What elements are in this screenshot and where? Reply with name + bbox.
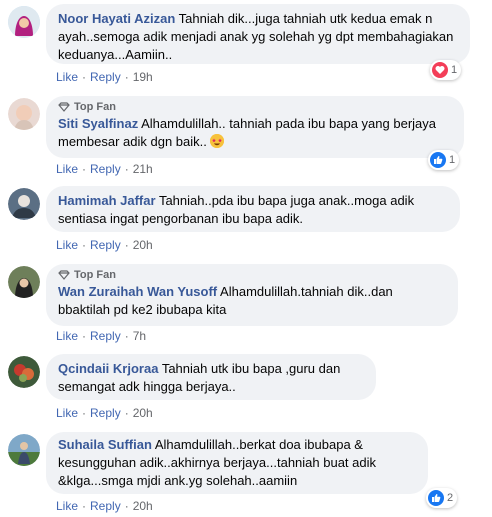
comment-actions: Like · Reply · 20h: [56, 238, 153, 252]
reaction-summary[interactable]: 1: [428, 150, 460, 170]
reaction-summary[interactable]: 2: [426, 488, 458, 508]
like-link[interactable]: Like: [56, 406, 78, 420]
comment-bubble: Qcindaii Krjoraa Tahniah utk ibu bapa ,g…: [46, 354, 376, 400]
avatar[interactable]: [8, 356, 40, 388]
thumbs-up-icon: [430, 152, 446, 168]
reaction-summary[interactable]: 1: [430, 60, 462, 80]
reaction-count: 2: [447, 492, 454, 504]
reply-link[interactable]: Reply: [90, 499, 121, 513]
like-link[interactable]: Like: [56, 162, 78, 176]
reply-link[interactable]: Reply: [90, 238, 121, 252]
commenter-name[interactable]: Qcindaii Krjoraa: [58, 361, 158, 376]
comment-bubble: Top Fan Siti Syalfinaz Alhamdulillah.. t…: [46, 96, 464, 158]
timestamp[interactable]: 7h: [133, 329, 146, 343]
comment-actions: Like · Reply · 20h: [56, 406, 153, 420]
avatar[interactable]: [8, 6, 40, 38]
badge-label: Top Fan: [74, 269, 116, 281]
top-fan-badge: Top Fan: [58, 100, 452, 114]
badge-label: Top Fan: [74, 101, 116, 113]
heart-icon: [432, 62, 448, 78]
commenter-name[interactable]: Hamimah Jaffar: [58, 193, 156, 208]
like-link[interactable]: Like: [56, 329, 78, 343]
comment-bubble: Top Fan Wan Zuraihah Wan Yusoff Alhamdul…: [46, 264, 458, 326]
reaction-count: 1: [451, 64, 458, 76]
top-fan-badge: Top Fan: [58, 268, 446, 282]
avatar[interactable]: [8, 434, 40, 466]
timestamp[interactable]: 21h: [133, 162, 153, 176]
comment-actions: Like · Reply · 21h: [56, 162, 153, 176]
reply-link[interactable]: Reply: [90, 329, 121, 343]
comment-bubble: Suhaila Suffian Alhamdulillah..berkat do…: [46, 432, 428, 494]
comment-actions: Like · Reply · 7h: [56, 329, 147, 343]
commenter-name[interactable]: Suhaila Suffian: [58, 437, 152, 452]
reply-link[interactable]: Reply: [90, 406, 121, 420]
avatar[interactable]: [8, 98, 40, 130]
diamond-icon: [58, 270, 70, 280]
thumbs-up-icon: [428, 490, 444, 506]
comment-bubble: Hamimah Jaffar Tahniah..pda ibu bapa jug…: [46, 186, 460, 232]
timestamp[interactable]: 20h: [133, 238, 153, 252]
avatar[interactable]: [8, 266, 40, 298]
commenter-name[interactable]: Wan Zuraihah Wan Yusoff: [58, 284, 217, 299]
diamond-icon: [58, 102, 70, 112]
comment-bubble: Noor Hayati Azizan Tahniah dik...juga ta…: [46, 4, 470, 64]
timestamp[interactable]: 19h: [133, 70, 153, 84]
like-link[interactable]: Like: [56, 499, 78, 513]
reply-link[interactable]: Reply: [90, 162, 121, 176]
comment-actions: Like · Reply · 19h: [56, 70, 153, 84]
commenter-name[interactable]: Siti Syalfinaz: [58, 116, 138, 131]
like-link[interactable]: Like: [56, 70, 78, 84]
star-eyes-emoji-icon: [210, 134, 225, 148]
like-link[interactable]: Like: [56, 238, 78, 252]
comment-actions: Like · Reply · 20h: [56, 499, 153, 513]
reaction-count: 1: [449, 154, 456, 166]
timestamp[interactable]: 20h: [133, 499, 153, 513]
timestamp[interactable]: 20h: [133, 406, 153, 420]
commenter-name[interactable]: Noor Hayati Azizan: [58, 11, 175, 26]
reply-link[interactable]: Reply: [90, 70, 121, 84]
avatar[interactable]: [8, 188, 40, 220]
